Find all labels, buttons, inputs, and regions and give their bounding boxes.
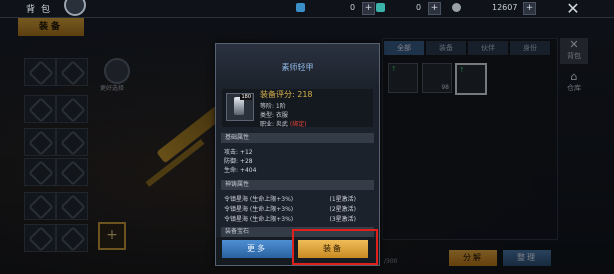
gem-icon xyxy=(376,3,385,12)
top-bar: 背包 0 + 0 + 12607 + ✕ xyxy=(0,0,614,18)
resource-coin-value: 12607 xyxy=(492,3,518,12)
spirit-attr-text: 令镇星海 (生命上限+3%) xyxy=(224,216,294,223)
spirit-attr-state: (3星激活) xyxy=(329,216,357,223)
attr-defense: 防御: +28 xyxy=(224,158,253,165)
item-name: 素师轻甲 xyxy=(281,63,314,72)
attr-health: 生命: +404 xyxy=(224,167,257,174)
add-diamond-button[interactable]: + xyxy=(362,2,375,15)
item-type: 类型: 衣服 xyxy=(260,112,288,119)
resource-diamond-value: 0 xyxy=(350,3,356,12)
spirit-attr-state: (1星激活) xyxy=(329,196,357,203)
profession-text: 职业: 炎武 xyxy=(260,121,288,128)
resource-gem-value: 0 xyxy=(416,3,422,12)
close-icon[interactable]: ✕ xyxy=(560,0,586,18)
coin-icon xyxy=(452,3,461,12)
more-button[interactable]: 更多 xyxy=(222,240,292,258)
section-spirit-attributes: 神铸属性 xyxy=(221,180,374,190)
add-gem-button[interactable]: + xyxy=(428,2,441,15)
equip-score-value: 218 xyxy=(297,90,313,99)
item-level: 等阶: 1阶 xyxy=(260,103,286,110)
equip-score: 装备评分: 218 xyxy=(260,89,313,100)
attr-attack: 攻击: +12 xyxy=(224,149,253,156)
spirit-attr-text: 令镇星海 (生命上限+3%) xyxy=(224,196,294,203)
item-tier: 180 xyxy=(240,94,252,100)
spirit-attr-text: 令镇星海 (生命上限+3%) xyxy=(224,206,294,213)
spirit-attr-state: (2星激活) xyxy=(329,206,357,213)
spirit-attr-2: 令镇星海 (生命上限+3%) (2星激活) xyxy=(224,204,370,213)
resource-coin xyxy=(452,3,463,12)
section-base-attributes: 基础属性 xyxy=(221,133,374,143)
add-coin-button[interactable]: + xyxy=(523,2,536,15)
resource-diamond xyxy=(296,3,307,12)
resource-gem xyxy=(376,3,387,12)
spirit-attr-3: 令镇星海 (生命上限+3%) (3星激活) xyxy=(224,214,370,223)
item-icon: 180 xyxy=(226,93,254,121)
avatar[interactable] xyxy=(64,0,86,16)
spirit-attr-1: 令镇星海 (生命上限+3%) (1星激活) xyxy=(224,194,370,203)
diamond-icon xyxy=(296,3,305,12)
bound-tag: (绑定) xyxy=(289,121,307,128)
item-profession: 职业: 炎武 (绑定) xyxy=(260,119,307,128)
highlight-box xyxy=(292,229,378,265)
page-title: 背包 xyxy=(26,5,57,15)
equip-score-label: 装备评分: xyxy=(260,90,295,99)
